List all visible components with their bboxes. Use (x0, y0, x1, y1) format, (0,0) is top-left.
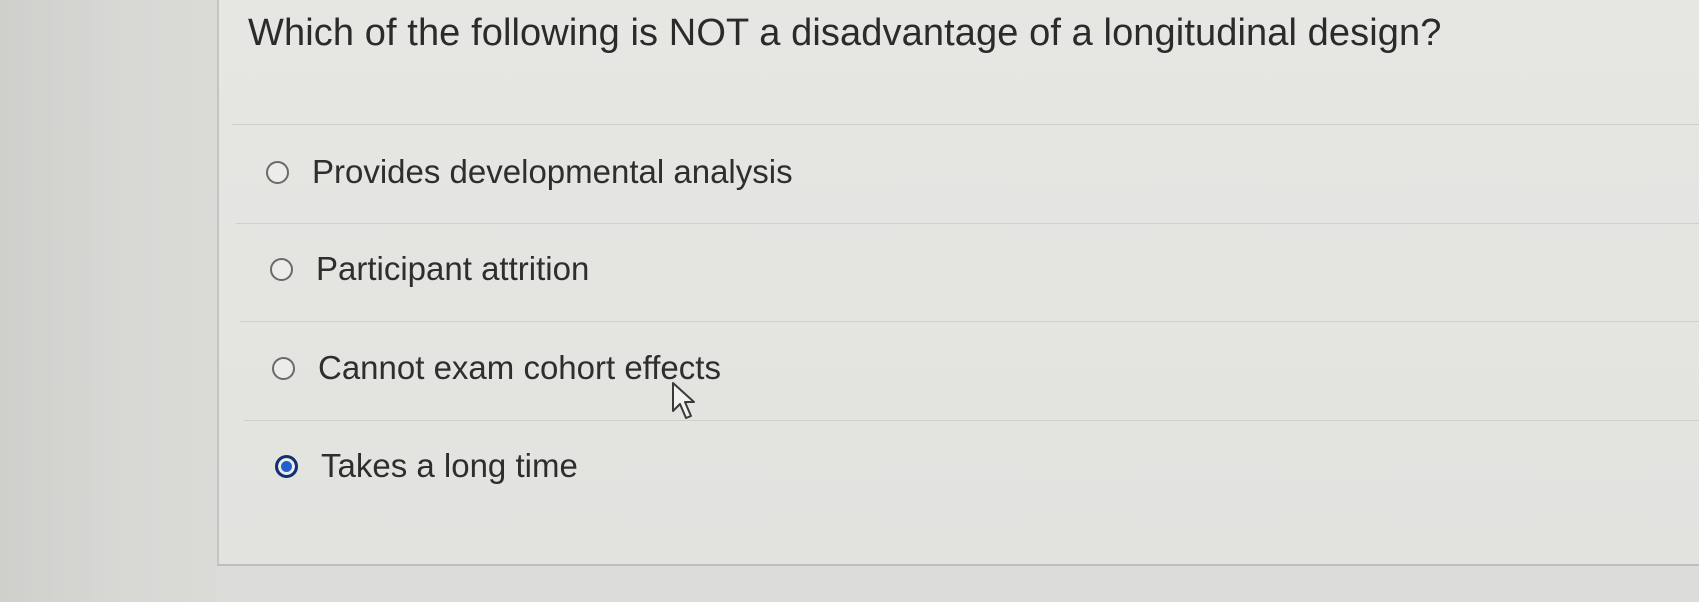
option-divider-top (232, 124, 1699, 125)
radio-button-4-selected[interactable] (275, 454, 298, 478)
question-text: Which of the following is NOT a disadvan… (248, 12, 1442, 54)
answer-option-1[interactable]: Provides developmental analysis (266, 142, 793, 202)
radio-button-3[interactable] (272, 356, 295, 380)
radio-button-1[interactable] (266, 160, 289, 184)
answer-option-2[interactable]: Participant attrition (270, 239, 589, 299)
question-card: Which of the following is NOT a disadvan… (217, 0, 1699, 566)
answer-option-1-label: Provides developmental analysis (312, 153, 793, 190)
answer-option-4[interactable]: Takes a long time (275, 436, 578, 496)
option-divider-3 (244, 420, 1699, 421)
option-divider-1 (236, 223, 1699, 224)
mouse-pointer-icon (672, 382, 695, 419)
option-divider-2 (240, 321, 1699, 322)
answer-option-4-label: Takes a long time (321, 447, 578, 484)
left-gutter (0, 0, 217, 602)
answer-option-2-label: Participant attrition (316, 250, 590, 287)
answer-option-3[interactable]: Cannot exam cohort effects (272, 338, 721, 398)
radio-button-2[interactable] (270, 257, 293, 281)
answer-option-3-label: Cannot exam cohort effects (318, 349, 721, 386)
